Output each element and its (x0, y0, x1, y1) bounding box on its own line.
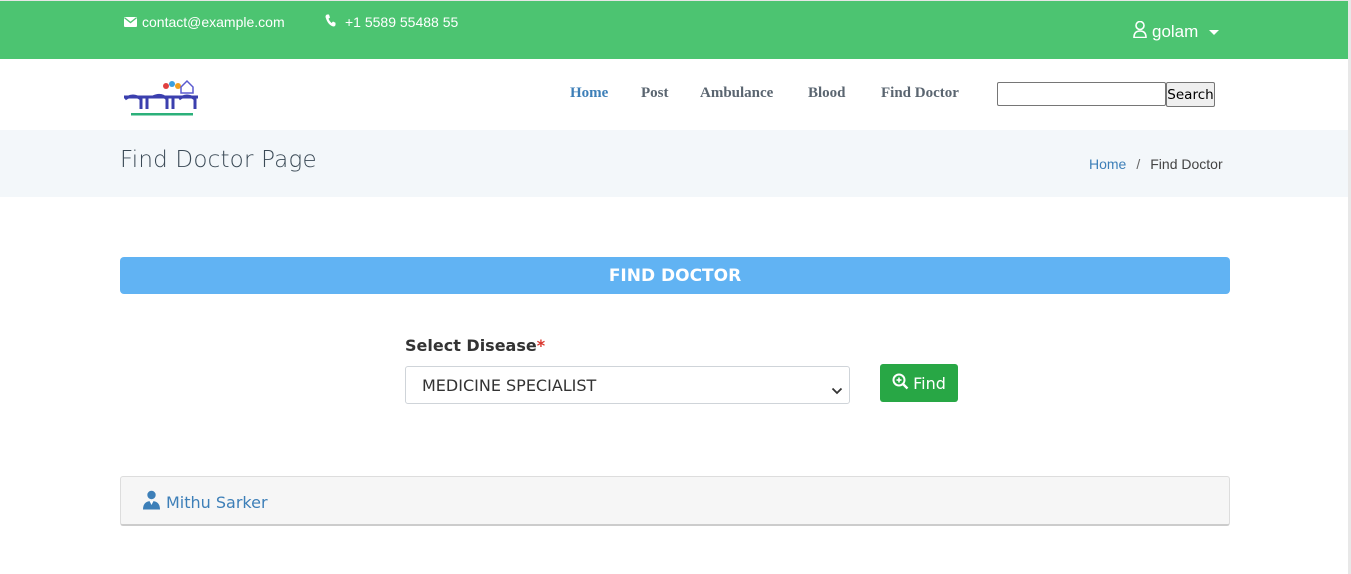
find-doctor-header: FIND DOCTOR (120, 257, 1230, 294)
caret-down-icon (1209, 29, 1220, 35)
required-mark: * (536, 336, 546, 355)
breadcrumb-home[interactable]: Home (1089, 156, 1126, 172)
list-item[interactable]: Mithu Sarker (142, 490, 268, 514)
contact-phone[interactable]: +1 5589 55488 55 (325, 14, 458, 30)
envelope-icon (124, 14, 137, 30)
user-name: golam (1152, 22, 1199, 41)
phone-text: +1 5589 55488 55 (345, 14, 459, 30)
phone-icon (325, 14, 336, 30)
doctor-name: Mithu Sarker (166, 492, 268, 512)
top-bar: contact@example.com +1 5589 55488 55 gol… (0, 0, 1351, 59)
nav-blood[interactable]: Blood (808, 85, 846, 102)
nav-find-doctor[interactable]: Find Doctor (881, 85, 959, 102)
user-menu[interactable]: golam (1133, 20, 1220, 43)
navbar: Home Post Ambulance Blood Find Doctor Se… (0, 59, 1351, 130)
select-disease-label-text: Select Disease (405, 336, 537, 355)
page-header: Find Doctor Page Home / Find Doctor (0, 130, 1351, 197)
email-text: contact@example.com (142, 14, 285, 30)
contact-email[interactable]: contact@example.com (124, 14, 285, 30)
nav-post[interactable]: Post (641, 85, 669, 102)
doctor-icon (142, 490, 161, 514)
search-button[interactable]: Search (1166, 82, 1215, 107)
search-input[interactable] (997, 82, 1166, 106)
breadcrumb: Home / Find Doctor (1089, 156, 1223, 172)
disease-select[interactable]: MEDICINE SPECIALIST (405, 366, 850, 404)
page-title: Find Doctor Page (120, 147, 317, 173)
breadcrumb-separator: / (1136, 156, 1141, 172)
select-disease-label: Select Disease* (405, 336, 545, 355)
nav-home[interactable]: Home (570, 85, 608, 102)
result-list: Mithu Sarker (120, 476, 1230, 526)
find-button-label: Find (913, 373, 946, 393)
user-doctor-icon (1133, 20, 1147, 43)
site-logo[interactable] (123, 79, 199, 119)
chevron-down-icon (831, 380, 843, 399)
disease-select-value: MEDICINE SPECIALIST (422, 375, 597, 395)
breadcrumb-current: Find Doctor (1150, 156, 1223, 172)
find-button[interactable]: Find (880, 364, 958, 402)
nav-ambulance[interactable]: Ambulance (700, 85, 773, 102)
search-plus-icon (892, 373, 909, 394)
